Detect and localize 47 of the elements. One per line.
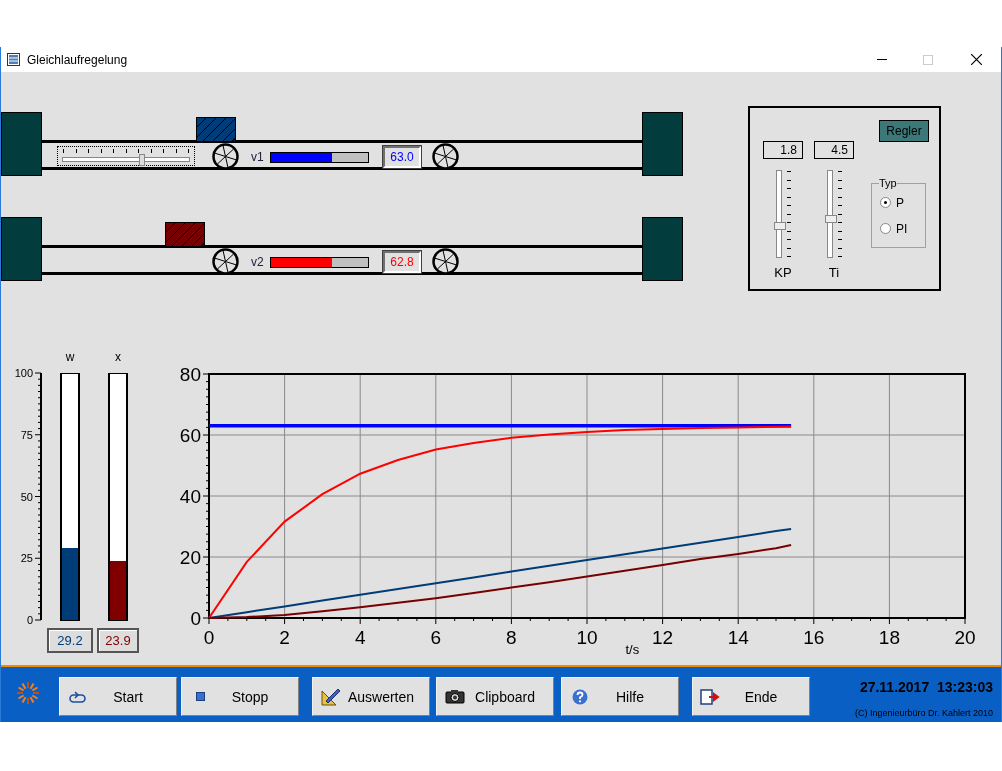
tick-label: 6: [430, 627, 442, 648]
copyright-text: (C) Ingenieurbüro Dr. Kahlert 2010: [854, 708, 993, 718]
date-time: 27.11.2017 13:23:03: [859, 679, 993, 695]
group-title: Typ: [879, 177, 897, 189]
scale-label: 0: [26, 614, 33, 626]
toolbar-button[interactable]: Clipboard: [436, 677, 554, 716]
gauge-label: w: [65, 349, 75, 365]
tick-label: 40: [179, 486, 201, 507]
tick-label: 12: [652, 627, 674, 648]
tick-label: 20: [179, 547, 201, 568]
scale-label: 50: [20, 490, 33, 503]
parameter-label: Ti: [828, 265, 840, 280]
parameter-field[interactable]: 4.5: [814, 141, 854, 159]
speed-label: v2: [251, 255, 264, 269]
tick-label: 16: [803, 627, 825, 648]
tick-label: 80: [179, 364, 201, 385]
speed-reading: 62.8: [383, 251, 421, 273]
scale-label: 100: [14, 367, 33, 379]
regler-button[interactable]: Regler: [879, 120, 929, 142]
speed-label: v1: [251, 150, 264, 164]
toolbar-button[interactable]: Hilfe: [561, 677, 679, 716]
toolbar-button[interactable]: Start: [59, 677, 177, 716]
tick-label: 8: [506, 627, 517, 648]
tick-label: 4: [354, 627, 366, 648]
radio-label: PI: [896, 221, 908, 236]
gauge-reading: 23.9: [97, 628, 139, 653]
scale-label: 75: [20, 428, 33, 441]
tick-label: 0: [203, 627, 215, 648]
toolbar-button[interactable]: Stopp: [181, 677, 299, 716]
gauge-reading: 29.2: [47, 628, 93, 653]
tick-label: 10: [576, 627, 598, 648]
speed-reading: 63.0: [383, 146, 421, 168]
tick-label: 2: [279, 627, 290, 648]
gauge-label: x: [115, 349, 121, 365]
radio-label: P: [896, 195, 904, 210]
parameter-field[interactable]: 1.8: [763, 141, 803, 159]
tick-label: 20: [954, 627, 976, 648]
parameter-label: KP: [774, 265, 792, 280]
tick-label: 60: [179, 425, 201, 446]
tick-label: 14: [727, 627, 749, 648]
toolbar-button[interactable]: Ende: [692, 677, 810, 716]
scale-label: 25: [20, 552, 33, 565]
window-title: Gleichlaufregelung: [27, 52, 129, 67]
axis-label: t/s: [625, 642, 640, 657]
tick-label: 0: [190, 608, 201, 629]
toolbar-button[interactable]: Auswerten: [312, 677, 430, 716]
tick-label: 18: [878, 627, 900, 648]
